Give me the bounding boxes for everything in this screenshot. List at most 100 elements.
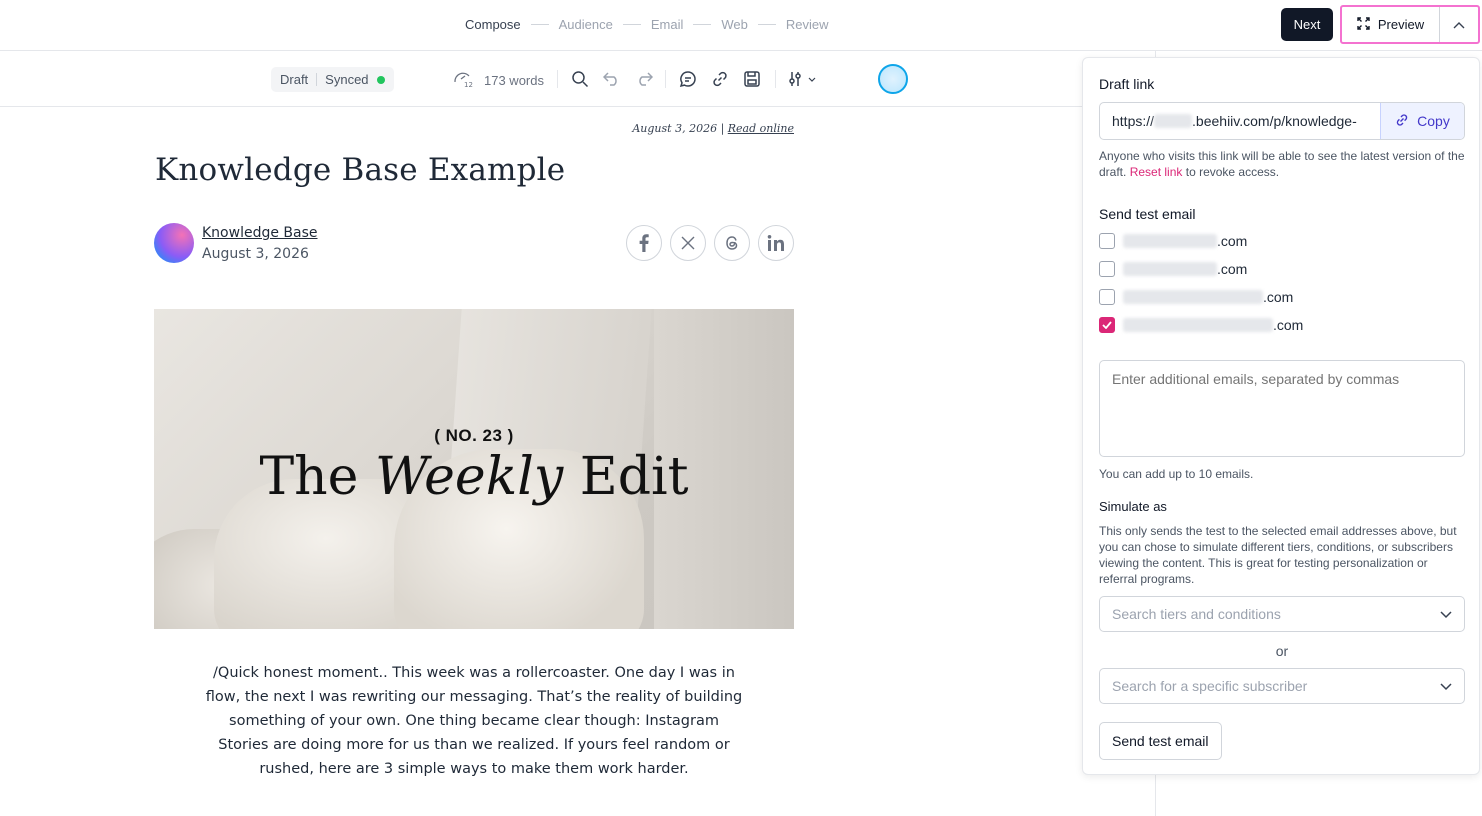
facebook-icon[interactable] <box>626 225 662 261</box>
redacted-email <box>1123 318 1273 332</box>
copy-label: Copy <box>1417 113 1450 129</box>
top-bar: Compose Audience Email Web Review Next P… <box>0 0 1482 51</box>
subscriber-placeholder: Search for a specific subscriber <box>1112 678 1308 694</box>
email-checkbox[interactable] <box>1099 289 1115 305</box>
email-suffix: .com <box>1263 289 1294 305</box>
link-icon[interactable] <box>710 69 730 89</box>
email-checkbox[interactable] <box>1099 233 1115 249</box>
article-meta: August 3, 2026 | Read online <box>540 122 794 135</box>
email-suffix: .com <box>1217 233 1248 249</box>
article-date: August 3, 2026 <box>632 122 718 135</box>
hero-image: ( NO. 23 ) The Weekly Edit <box>154 309 794 629</box>
settings-sliders-icon[interactable] <box>788 69 818 89</box>
email-suffix: .com <box>1273 317 1304 333</box>
step-separator <box>530 24 549 25</box>
draft-link-field[interactable]: https:// .beehiiv.com/p/knowledge- Copy <box>1099 102 1465 140</box>
step-email[interactable]: Email <box>651 17 684 32</box>
draft-link-help: Anyone who visits this link will be able… <box>1099 148 1467 180</box>
redacted-email <box>1123 262 1217 276</box>
page-title: Knowledge Base Example <box>155 152 566 188</box>
toolbar-divider <box>665 70 666 88</box>
tiers-select[interactable]: Search tiers and conditions <box>1099 596 1465 632</box>
chevron-down-icon <box>1440 606 1452 622</box>
step-separator <box>622 24 641 25</box>
email-option[interactable]: .com <box>1099 289 1293 305</box>
email-checkbox[interactable] <box>1099 261 1115 277</box>
status-synced: Synced <box>325 72 369 87</box>
article-body: /Quick honest moment.. This week was a r… <box>205 665 743 777</box>
draft-link-label: Draft link <box>1099 76 1155 92</box>
author-name[interactable]: Knowledge Base <box>202 225 318 241</box>
redacted-email <box>1123 290 1263 304</box>
toolbar-divider <box>775 70 776 88</box>
link-icon <box>1395 113 1409 130</box>
simulate-label: Simulate as <box>1099 499 1167 514</box>
tiers-placeholder: Search tiers and conditions <box>1112 606 1281 622</box>
draft-link-help-post: to revoke access. <box>1185 165 1280 179</box>
comment-icon[interactable] <box>678 69 698 89</box>
check-icon <box>1102 321 1112 329</box>
x-twitter-icon[interactable] <box>670 225 706 261</box>
word-count[interactable]: 12 173 words <box>452 70 544 91</box>
link-prefix: https:// <box>1112 113 1155 129</box>
status-divider <box>316 73 318 86</box>
hero-title: The Weekly Edit <box>154 447 794 507</box>
collaborator-avatar[interactable] <box>878 64 908 94</box>
chevron-up-icon <box>1453 16 1465 34</box>
copy-button[interactable]: Copy <box>1380 103 1464 139</box>
subscriber-select[interactable]: Search for a specific subscriber <box>1099 668 1465 704</box>
synced-dot-icon <box>376 75 385 84</box>
preview-button-group: Preview <box>1340 5 1480 44</box>
search-icon[interactable] <box>570 69 590 89</box>
toolbar-divider <box>557 70 558 88</box>
meta-separator: | <box>720 122 728 135</box>
or-label: or <box>1275 643 1289 659</box>
status-draft: Draft <box>280 72 309 87</box>
preview-label: Preview <box>1377 17 1425 32</box>
draft-link-url[interactable]: https:// .beehiiv.com/p/knowledge- <box>1100 103 1380 139</box>
word-count-label: 173 words <box>484 73 544 88</box>
step-audience[interactable]: Audience <box>559 17 613 32</box>
read-online-link[interactable]: Read online <box>728 122 794 135</box>
step-navigation: Compose Audience Email Web Review <box>465 17 829 32</box>
email-checkbox-checked[interactable] <box>1099 317 1115 333</box>
editor-toolbar: Draft Synced 12 173 words <box>0 51 1156 107</box>
hero-title-post: Edit <box>579 447 689 507</box>
threads-icon[interactable] <box>714 225 750 261</box>
status-badge: Draft Synced <box>271 67 394 92</box>
undo-icon[interactable] <box>602 69 622 89</box>
preview-button[interactable]: Preview <box>1342 7 1440 42</box>
step-separator <box>757 24 776 25</box>
send-test-email-button[interactable]: Send test email <box>1099 722 1222 760</box>
email-option[interactable]: .com <box>1099 317 1303 333</box>
link-suffix: .beehiiv.com/p/knowledge- <box>1192 113 1357 129</box>
email-suffix: .com <box>1217 261 1248 277</box>
additional-emails-input[interactable] <box>1099 360 1465 457</box>
preview-panel: Draft link https:// .beehiiv.com/p/knowl… <box>1082 57 1480 775</box>
send-test-label: Send test email <box>1099 206 1196 222</box>
collapse-preview-button[interactable] <box>1440 7 1478 42</box>
linkedin-icon[interactable] <box>758 225 794 261</box>
step-review[interactable]: Review <box>786 17 829 32</box>
step-web[interactable]: Web <box>721 17 748 32</box>
save-template-icon[interactable] <box>742 69 762 89</box>
email-option[interactable]: .com <box>1099 233 1247 249</box>
email-option[interactable]: .com <box>1099 261 1247 277</box>
hero-subtitle: ( NO. 23 ) <box>434 426 514 445</box>
redo-icon[interactable] <box>634 69 654 89</box>
reset-link[interactable]: Reset link <box>1130 165 1183 179</box>
step-compose[interactable]: Compose <box>465 17 521 32</box>
hero-title-pre: The <box>259 447 359 507</box>
redacted-subdomain <box>1154 114 1193 128</box>
redacted-email <box>1123 234 1217 248</box>
avatar <box>154 223 194 263</box>
reading-stats-icon: 12 <box>452 70 476 91</box>
next-button[interactable]: Next <box>1281 8 1333 41</box>
chevron-down-icon <box>1440 678 1452 694</box>
svg-text:12: 12 <box>464 81 473 88</box>
step-separator <box>693 24 712 25</box>
simulate-help: This only sends the test to the selected… <box>1099 524 1457 586</box>
emails-limit-help: You can add up to 10 emails. <box>1099 467 1254 481</box>
author-date: August 3, 2026 <box>202 246 309 262</box>
hero-title-em: Weekly <box>374 447 564 507</box>
